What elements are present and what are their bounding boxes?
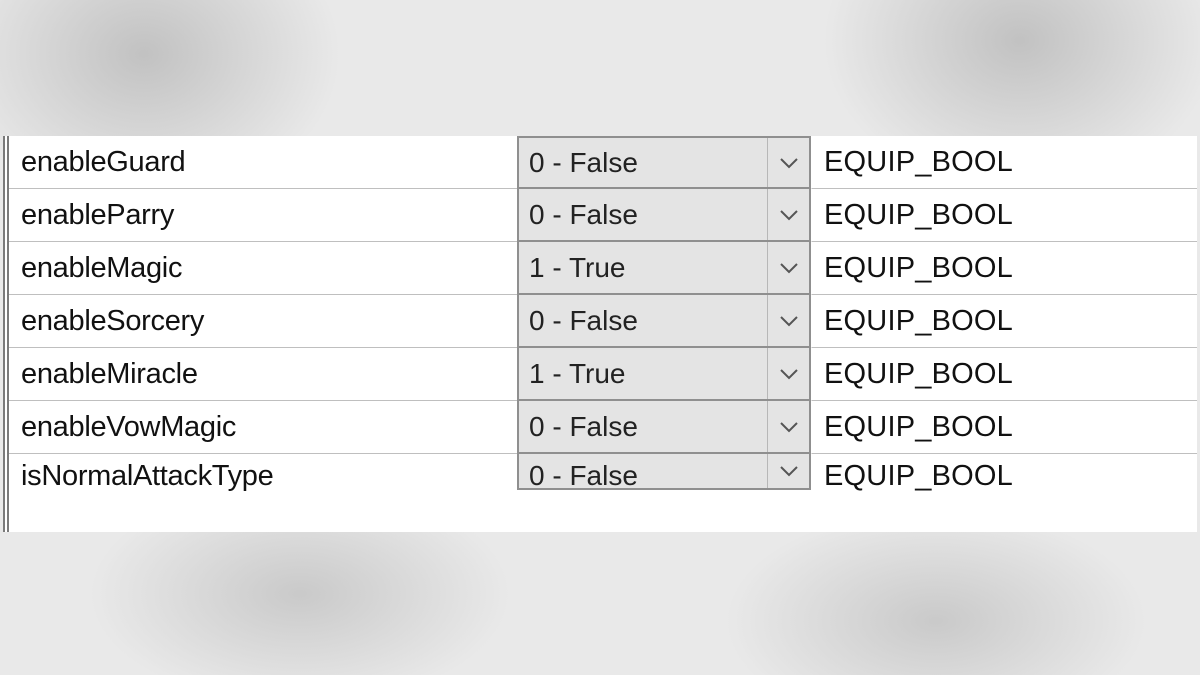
row-spacer — [1171, 136, 1197, 189]
property-type: EQUIP_BOOL — [811, 348, 1171, 401]
row-spacer — [1171, 189, 1197, 242]
property-type: EQUIP_BOOL — [811, 454, 1171, 490]
row-spacer — [1171, 295, 1197, 348]
dropdown-selected-text: 1 - True — [519, 242, 767, 293]
property-name: enableParry — [9, 189, 517, 242]
property-grid: enableGuard 0 - False EQUIP_BOOL enableP… — [3, 136, 1197, 532]
property-value-dropdown[interactable]: 0 - False — [517, 187, 811, 242]
property-name: enableGuard — [9, 136, 517, 189]
row-spacer — [1171, 348, 1197, 401]
dropdown-selected-text: 0 - False — [519, 295, 767, 346]
chevron-down-icon[interactable] — [767, 138, 809, 187]
chevron-down-icon[interactable] — [767, 454, 809, 488]
property-value-dropdown[interactable]: 0 - False — [517, 399, 811, 454]
dropdown-selected-text: 0 - False — [519, 138, 767, 187]
property-value-dropdown[interactable]: 0 - False — [517, 293, 811, 348]
chevron-down-icon[interactable] — [767, 348, 809, 399]
dropdown-selected-text: 1 - True — [519, 348, 767, 399]
dropdown-selected-text: 0 - False — [519, 401, 767, 452]
chevron-down-icon[interactable] — [767, 401, 809, 452]
property-value-dropdown[interactable]: 1 - True — [517, 240, 811, 295]
dropdown-selected-text: 0 - False — [519, 454, 767, 488]
row-spacer — [1171, 242, 1197, 295]
property-value-dropdown[interactable]: 0 - False — [517, 136, 811, 189]
chevron-down-icon[interactable] — [767, 189, 809, 240]
property-type: EQUIP_BOOL — [811, 401, 1171, 454]
property-name: enableMiracle — [9, 348, 517, 401]
row-spacer — [1171, 454, 1197, 490]
property-value-dropdown[interactable]: 0 - False — [517, 452, 811, 490]
property-type: EQUIP_BOOL — [811, 136, 1171, 189]
chevron-down-icon[interactable] — [767, 242, 809, 293]
table-row: enableGuard 0 - False EQUIP_BOOL — [9, 136, 1197, 189]
table-row: enableSorcery 0 - False EQUIP_BOOL — [9, 295, 1197, 348]
property-name: enableMagic — [9, 242, 517, 295]
property-value-dropdown[interactable]: 1 - True — [517, 346, 811, 401]
table-row: isNormalAttackType 0 - False EQUIP_BOOL — [9, 454, 1197, 490]
property-type: EQUIP_BOOL — [811, 189, 1171, 242]
table-row: enableVowMagic 0 - False EQUIP_BOOL — [9, 401, 1197, 454]
row-spacer — [1171, 401, 1197, 454]
property-type: EQUIP_BOOL — [811, 242, 1171, 295]
property-name: isNormalAttackType — [9, 454, 517, 490]
dropdown-selected-text: 0 - False — [519, 189, 767, 240]
table-row: enableMiracle 1 - True EQUIP_BOOL — [9, 348, 1197, 401]
table-row: enableParry 0 - False EQUIP_BOOL — [9, 189, 1197, 242]
property-name: enableVowMagic — [9, 401, 517, 454]
chevron-down-icon[interactable] — [767, 295, 809, 346]
property-name: enableSorcery — [9, 295, 517, 348]
table-row: enableMagic 1 - True EQUIP_BOOL — [9, 242, 1197, 295]
property-type: EQUIP_BOOL — [811, 295, 1171, 348]
